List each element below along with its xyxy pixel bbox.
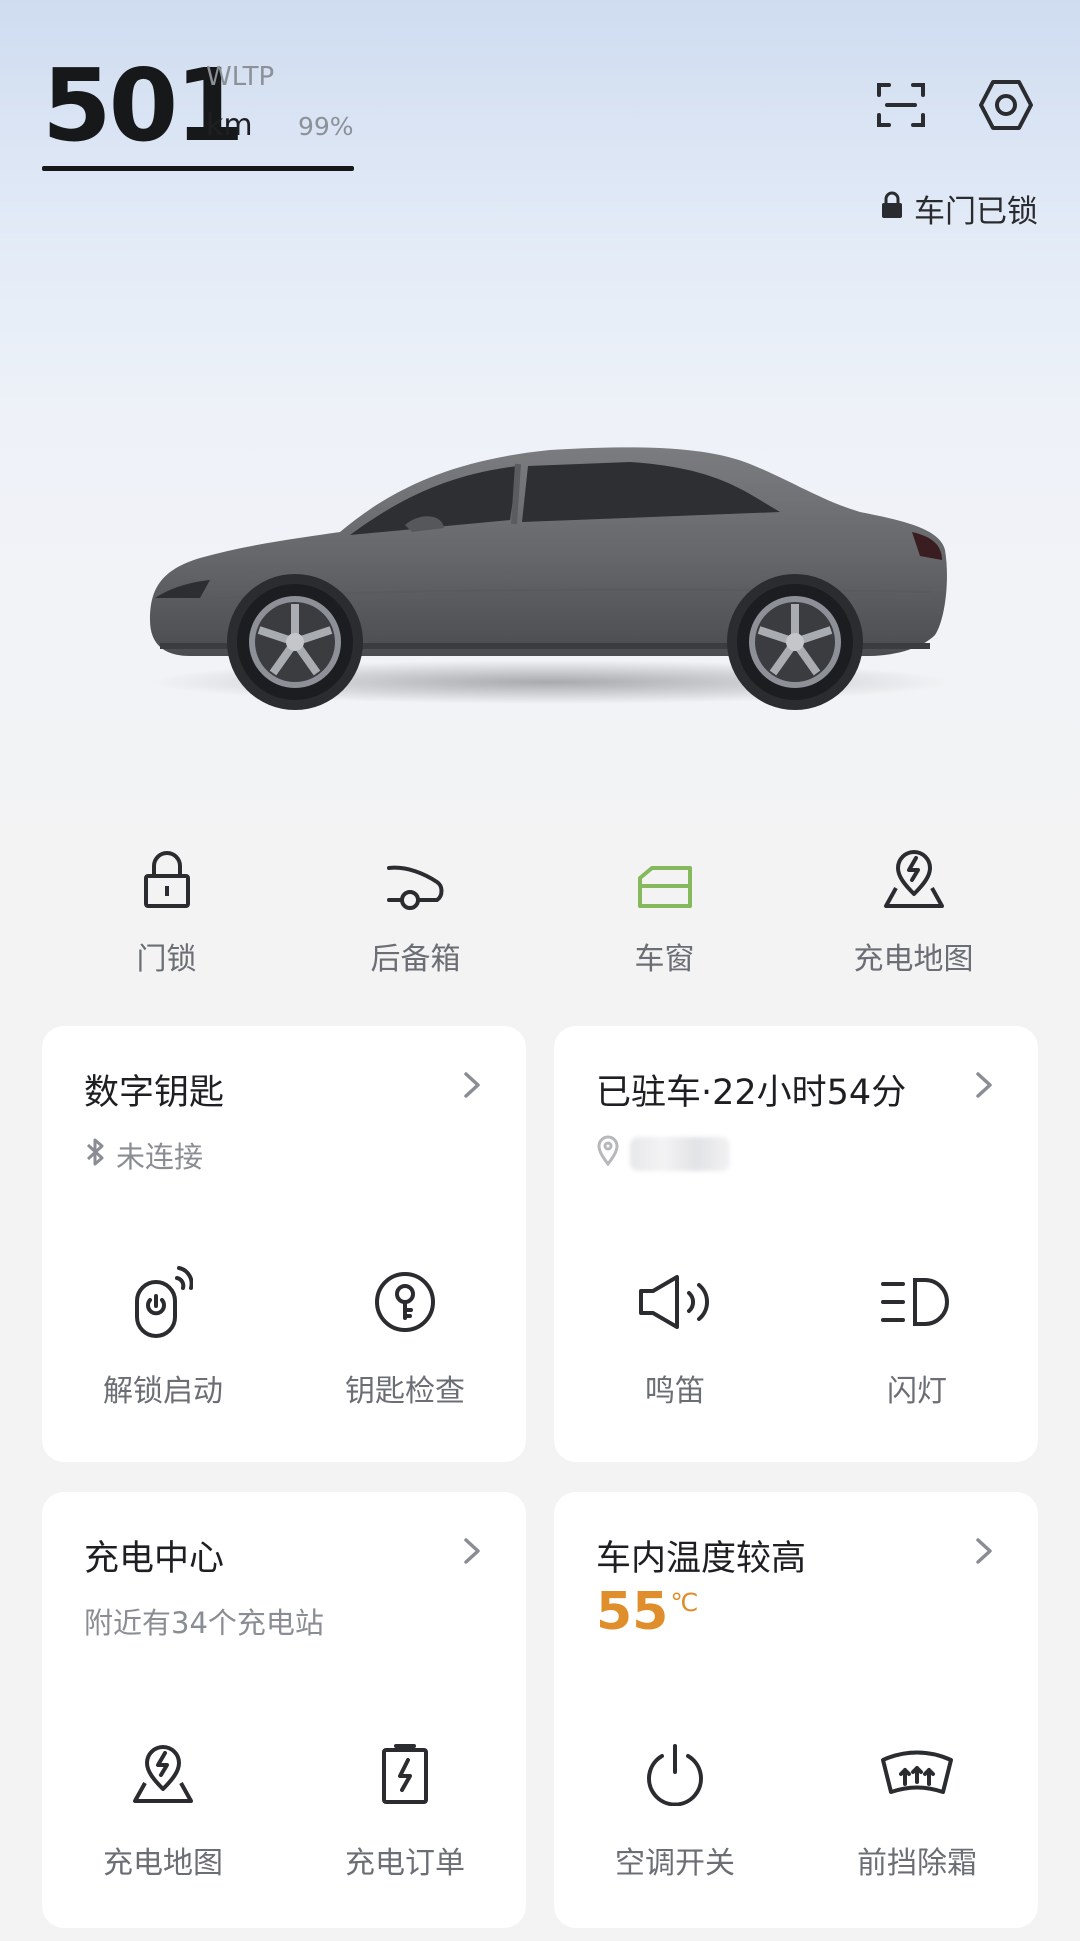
action-label: 充电订单	[345, 1846, 465, 1881]
horn-button[interactable]: 鸣笛	[554, 1264, 796, 1410]
quick-action-window[interactable]: 车窗	[540, 840, 789, 990]
action-label: 空调开关	[615, 1846, 735, 1881]
location-redacted	[630, 1136, 730, 1171]
window-icon	[636, 840, 694, 910]
chevron-right-icon[interactable]	[460, 1536, 484, 1566]
action-label: 闪灯	[887, 1374, 947, 1409]
key-check-icon	[373, 1264, 437, 1340]
location-pin-icon	[596, 1134, 620, 1173]
charge-map-icon	[131, 1736, 195, 1812]
nearby-stations: 附近有34个充电站	[84, 1606, 324, 1640]
flash-light-icon	[879, 1264, 955, 1340]
door-lock-status: 车门已锁	[880, 186, 1038, 231]
scan-icon[interactable]	[872, 76, 930, 134]
defrost-icon	[879, 1736, 955, 1812]
charge-order-button[interactable]: 充电订单	[284, 1736, 526, 1882]
action-label: 前挡除霜	[857, 1846, 977, 1881]
ac-power-button[interactable]: 空调开关	[554, 1736, 796, 1882]
chevron-right-icon[interactable]	[972, 1070, 996, 1100]
charge-map-icon	[882, 840, 946, 910]
horn-icon	[637, 1264, 713, 1340]
card-title: 车内温度较高	[596, 1539, 807, 1579]
parking-card[interactable]: 已驻车·22小时54分 鸣笛 闪灯	[554, 1026, 1038, 1462]
action-label: 充电地图	[103, 1846, 223, 1881]
card-title: 充电中心	[84, 1539, 225, 1579]
quick-action-door-lock[interactable]: 门锁	[42, 840, 291, 990]
lock-icon	[142, 840, 192, 910]
card-title: 数字钥匙	[84, 1073, 225, 1113]
car-image	[130, 420, 970, 710]
temperature-value: 55	[596, 1582, 669, 1642]
connection-status-text: 未连接	[116, 1140, 204, 1174]
key-check-button[interactable]: 钥匙检查	[284, 1264, 526, 1410]
unlock-start-button[interactable]: 解锁启动	[42, 1264, 284, 1410]
cabin-temperature-card[interactable]: 车内温度较高 55 ℃ 空调开关 前挡除霜	[554, 1492, 1038, 1928]
digital-key-card[interactable]: 数字钥匙 未连接 解锁启动 钥匙检查	[42, 1026, 526, 1462]
action-label: 解锁启动	[103, 1374, 223, 1409]
power-icon	[644, 1736, 706, 1812]
unlock-start-icon	[133, 1264, 193, 1340]
chevron-right-icon[interactable]	[972, 1536, 996, 1566]
range-unit: km	[206, 108, 253, 143]
quick-action-charge-map[interactable]: 充电地图	[789, 840, 1038, 990]
temperature-unit: ℃	[670, 1588, 699, 1617]
card-actions: 空调开关 前挡除霜	[554, 1736, 1038, 1882]
chevron-right-icon[interactable]	[460, 1070, 484, 1100]
quick-action-label: 门锁	[136, 942, 197, 977]
charging-center-card[interactable]: 充电中心 附近有34个充电站 充电地图 充电订单	[42, 1492, 526, 1928]
flash-light-button[interactable]: 闪灯	[796, 1264, 1038, 1410]
card-actions: 鸣笛 闪灯	[554, 1264, 1038, 1410]
battery-percent: 99%	[298, 112, 354, 141]
trunk-icon	[385, 840, 447, 910]
quick-action-trunk[interactable]: 后备箱	[291, 840, 540, 990]
card-actions: 充电地图 充电订单	[42, 1736, 526, 1882]
range-standard: WLTP	[206, 62, 275, 92]
charge-order-icon	[380, 1736, 430, 1812]
connection-status: 未连接	[84, 1134, 203, 1176]
cabin-temperature: 55 ℃	[596, 1586, 698, 1638]
card-title: 已驻车·22小时54分	[596, 1073, 907, 1113]
action-label: 鸣笛	[645, 1374, 705, 1409]
parking-location	[596, 1134, 730, 1173]
quick-action-label: 后备箱	[370, 942, 461, 977]
card-actions: 解锁启动 钥匙检查	[42, 1264, 526, 1410]
quick-actions: 门锁 后备箱 车窗 充电地图	[42, 840, 1038, 990]
lock-status-text: 车门已锁	[914, 194, 1038, 230]
action-label: 钥匙检查	[345, 1374, 465, 1409]
bluetooth-icon	[84, 1137, 106, 1174]
quick-action-label: 充电地图	[853, 942, 974, 977]
small-lock-icon	[880, 191, 904, 227]
charge-map-button[interactable]: 充电地图	[42, 1736, 284, 1882]
settings-hex-icon[interactable]	[977, 76, 1035, 134]
range-underline	[42, 166, 354, 171]
front-defrost-button[interactable]: 前挡除霜	[796, 1736, 1038, 1882]
quick-action-label: 车窗	[634, 942, 695, 977]
